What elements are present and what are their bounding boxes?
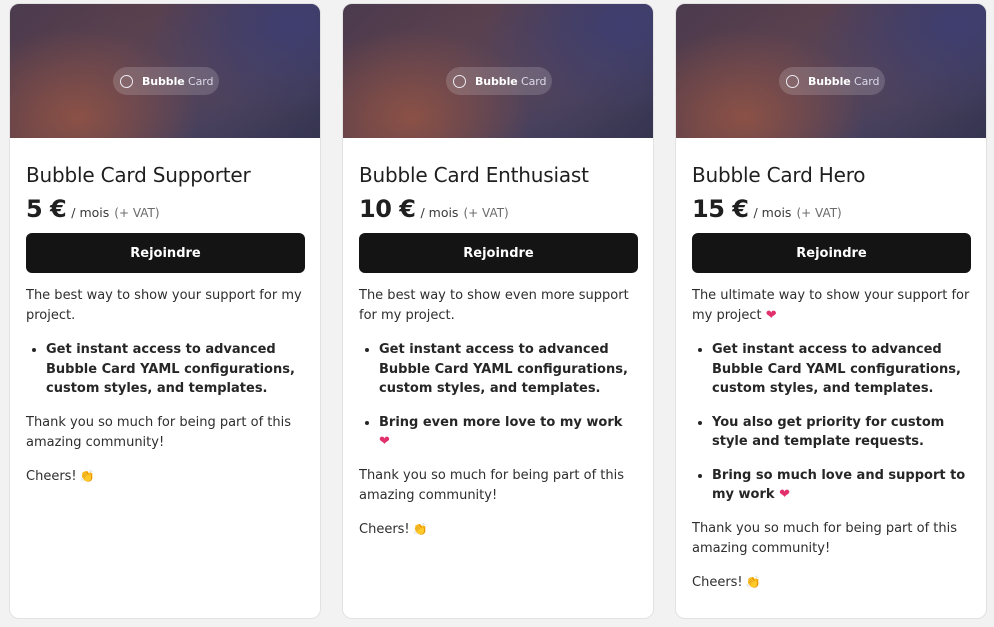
heart-icon: ❤ — [379, 434, 390, 449]
join-button[interactable]: Rejoindre — [692, 233, 971, 273]
cheers-text: Cheers! 👏 — [26, 468, 95, 484]
bubble-card-badge: Bubble Card — [446, 67, 552, 95]
circle-icon — [786, 74, 799, 88]
badge-label: Bubble Card — [475, 74, 547, 88]
benefit-item: Get instant access to advanced Bubble Ca… — [46, 340, 304, 399]
benefits-list: Get instant access to advanced Bubble Ca… — [692, 340, 970, 505]
clapping-hands-icon: 👏 — [79, 468, 95, 483]
card-banner: Bubble Card — [10, 4, 320, 138]
circle-icon — [120, 74, 133, 88]
card-banner: Bubble Card — [676, 4, 986, 138]
card-banner: Bubble Card — [343, 4, 653, 138]
cheers-text: Cheers! 👏 — [359, 521, 428, 537]
circle-icon — [453, 74, 466, 88]
benefits-list: Get instant access to advanced Bubble Ca… — [26, 340, 304, 399]
benefit-item: Get instant access to advanced Bubble Ca… — [379, 340, 637, 399]
badge-label: Bubble Card — [142, 74, 214, 88]
thanks-text: Thank you so much for being part of this… — [359, 467, 625, 503]
price-vat: (+ VAT) — [463, 206, 509, 220]
join-button[interactable]: Rejoindre — [359, 233, 638, 273]
benefit-item: Bring so much love and support to my wor… — [712, 466, 970, 505]
price-period: / mois — [71, 205, 110, 220]
clapping-hands-icon: 👏 — [412, 521, 428, 536]
price-period: / mois — [753, 205, 792, 220]
tier-description: The ultimate way to show your support fo… — [692, 288, 970, 323]
tier-price: 5 € / mois (+ VAT) — [26, 195, 304, 223]
tier-title: Bubble Card Supporter — [26, 163, 251, 187]
tier-title: Bubble Card Enthusiast — [359, 163, 589, 187]
join-button[interactable]: Rejoindre — [26, 233, 305, 273]
tier-price: 15 € / mois (+ VAT) — [692, 195, 970, 223]
thanks-text: Thank you so much for being part of this… — [26, 414, 292, 450]
tier-description: The best way to show even more support f… — [359, 288, 629, 323]
price-vat: (+ VAT) — [114, 206, 160, 220]
bubble-card-badge: Bubble Card — [113, 67, 219, 95]
price-amount: 5 € — [26, 195, 67, 223]
heart-icon: ❤ — [765, 308, 777, 323]
thanks-text: Thank you so much for being part of this… — [692, 520, 958, 556]
tier-title: Bubble Card Hero — [692, 163, 866, 187]
bubble-card-badge: Bubble Card — [779, 67, 885, 95]
tier-card-supporter: Bubble Card Bubble Card Supporter 5 € / … — [9, 3, 321, 619]
benefit-item: You also get priority for custom style a… — [712, 413, 970, 452]
clapping-hands-icon: 👏 — [745, 574, 761, 589]
heart-icon: ❤ — [779, 487, 790, 502]
benefit-item: Get instant access to advanced Bubble Ca… — [712, 340, 970, 399]
price-vat: (+ VAT) — [796, 206, 842, 220]
benefits-list: Get instant access to advanced Bubble Ca… — [359, 340, 637, 452]
price-period: / mois — [420, 205, 459, 220]
tier-description: The best way to show your support for my… — [26, 288, 302, 323]
price-amount: 15 € — [692, 195, 749, 223]
price-amount: 10 € — [359, 195, 416, 223]
benefit-item: Bring even more love to my work ❤ — [379, 413, 637, 452]
badge-label: Bubble Card — [808, 74, 880, 88]
tier-card-enthusiast: Bubble Card Bubble Card Enthusiast 10 € … — [342, 3, 654, 619]
tier-price: 10 € / mois (+ VAT) — [359, 195, 637, 223]
tier-card-hero: Bubble Card Bubble Card Hero 15 € / mois… — [675, 3, 987, 619]
cheers-text: Cheers! 👏 — [692, 574, 761, 590]
